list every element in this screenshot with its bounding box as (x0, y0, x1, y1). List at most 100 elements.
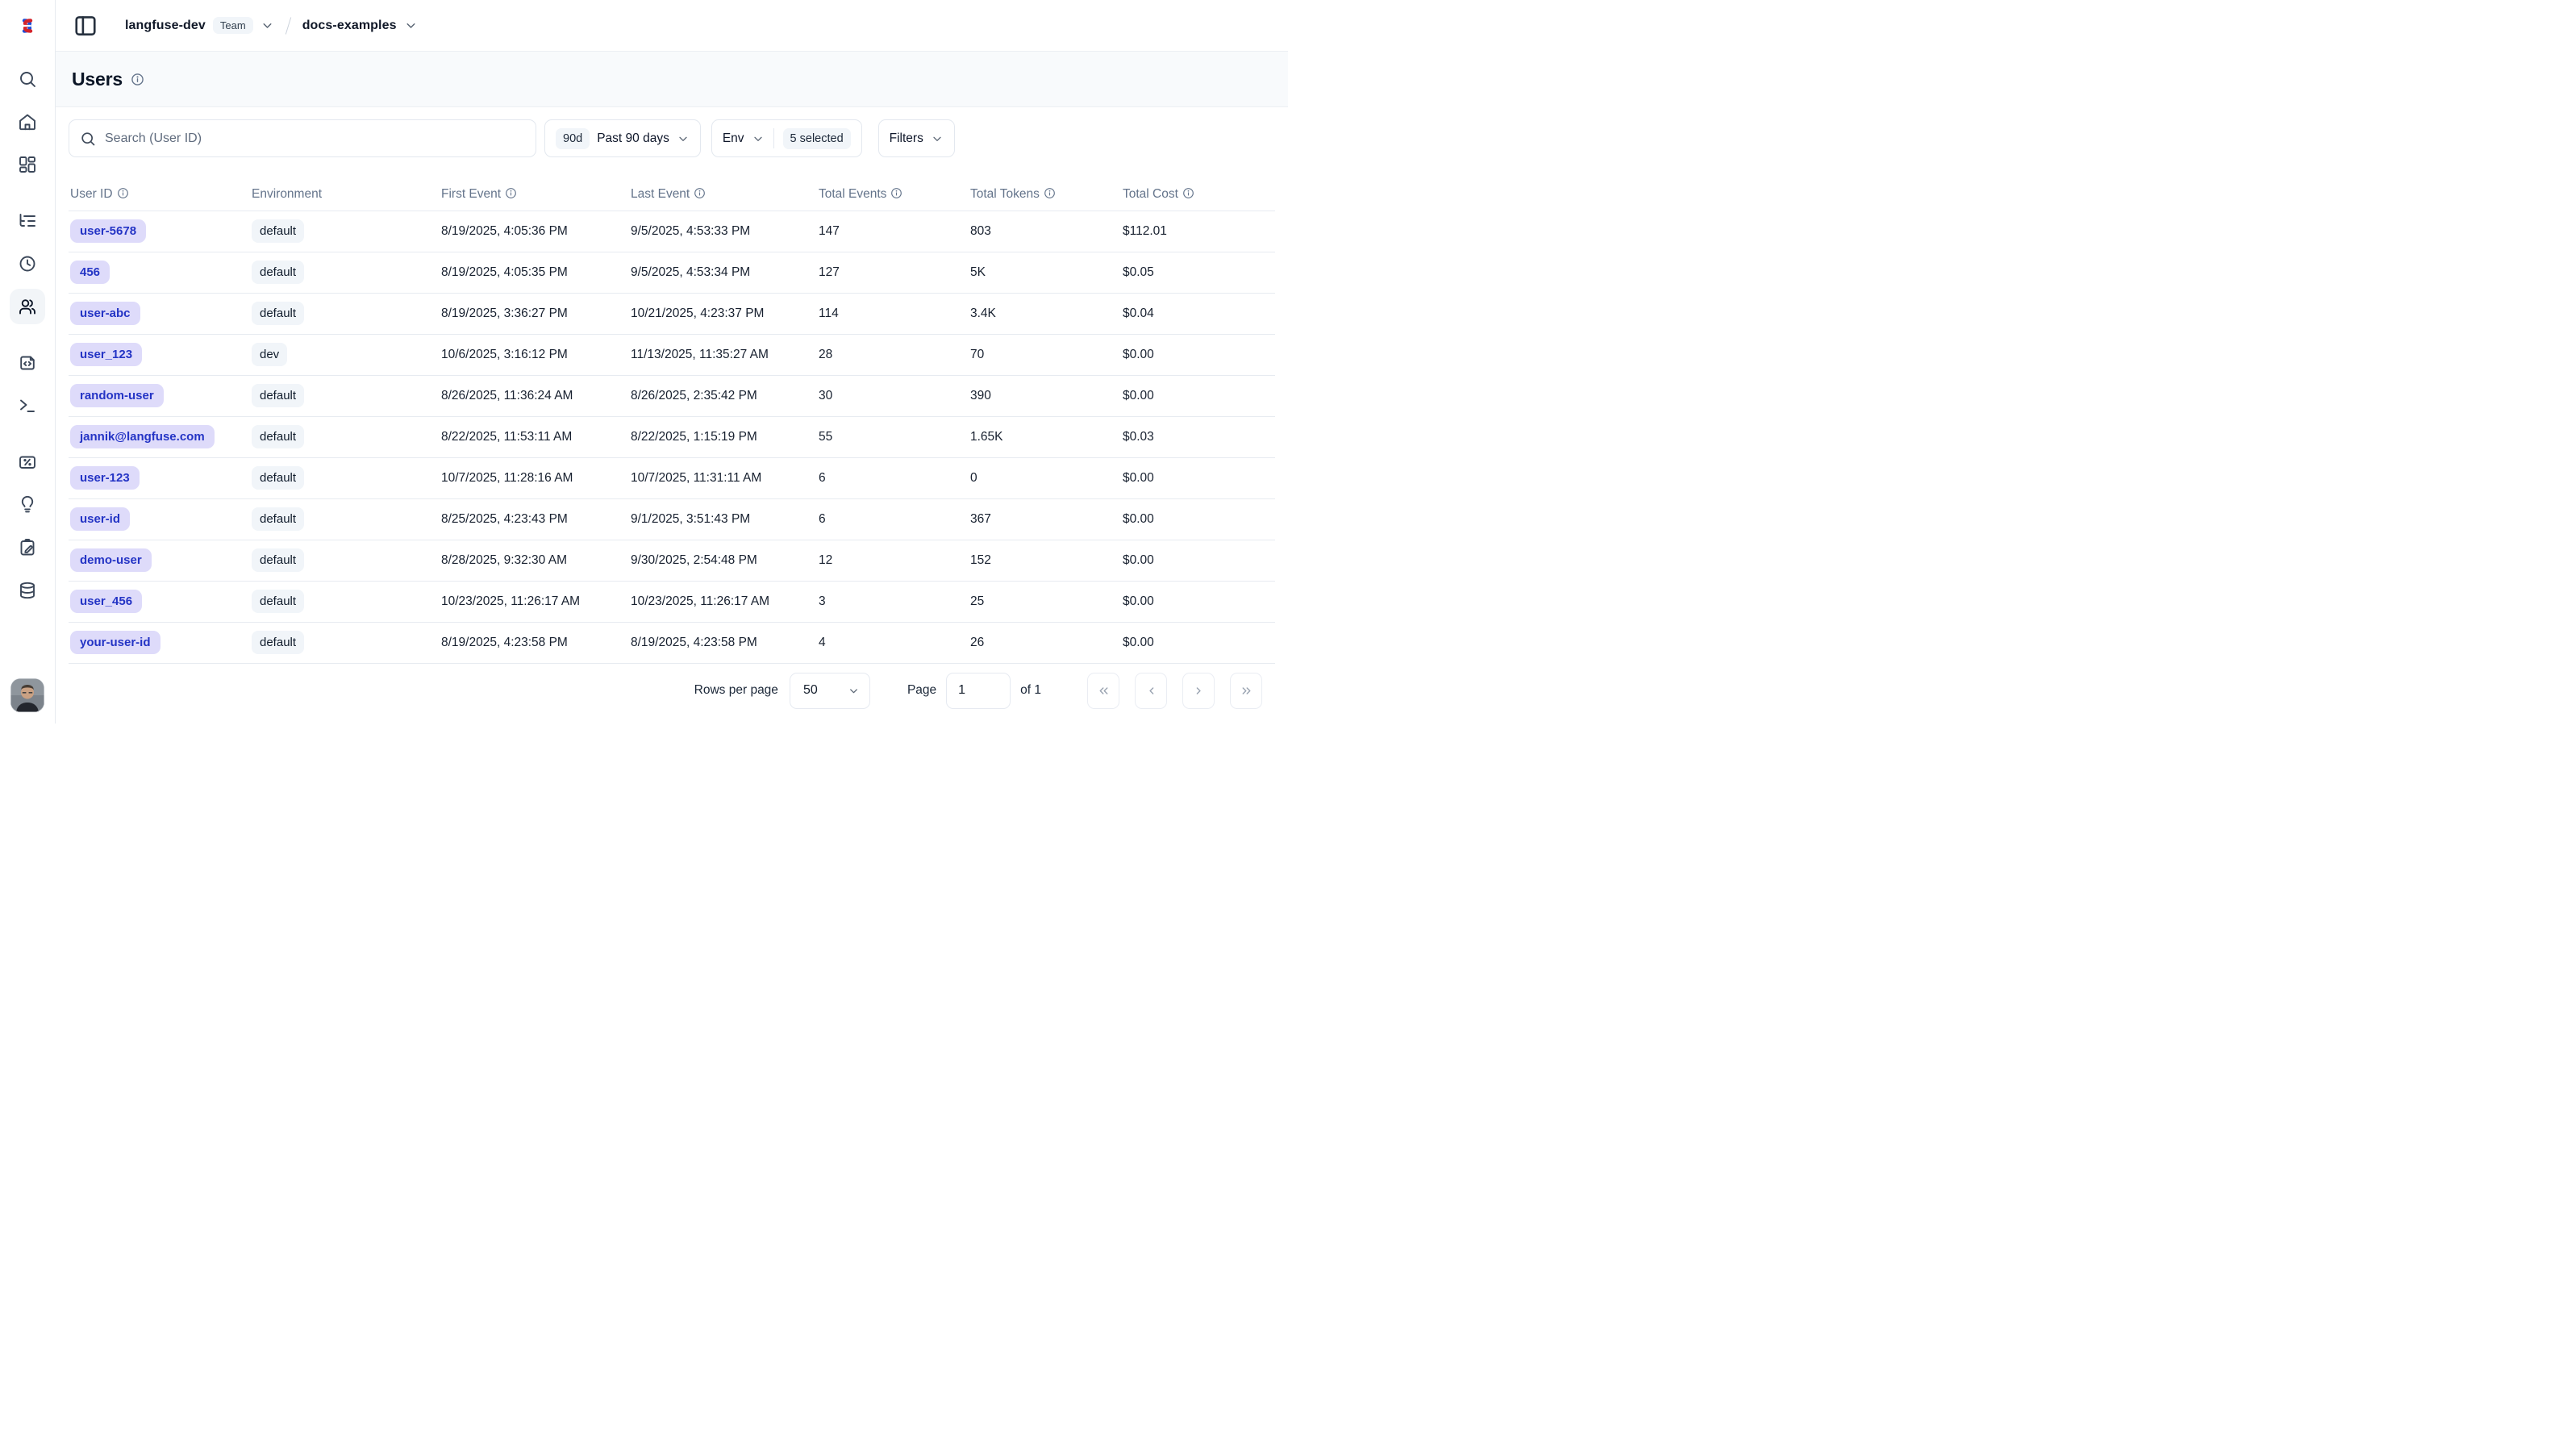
langfuse-logo[interactable] (0, 0, 55, 52)
table-row[interactable]: user-5678 default 8/19/2025, 4:05:36 PM … (69, 211, 1275, 252)
total-tokens-cell: 3.4K (969, 293, 1121, 334)
sidebar-item-home[interactable] (10, 104, 45, 140)
info-icon[interactable] (890, 187, 902, 199)
date-range-label: Past 90 days (597, 131, 669, 146)
previous-page-button[interactable] (1135, 673, 1167, 709)
info-icon[interactable] (117, 187, 129, 199)
file-code-icon (18, 353, 37, 373)
table-row[interactable]: your-user-id default 8/19/2025, 4:23:58 … (69, 622, 1275, 663)
sidebar-toggle-button[interactable] (72, 12, 99, 40)
page-number-input[interactable] (946, 673, 1011, 709)
user-avatar[interactable] (10, 678, 44, 712)
table-row[interactable]: user-id default 8/25/2025, 4:23:43 PM 9/… (69, 498, 1275, 540)
table-row[interactable]: user_123 dev 10/6/2025, 3:16:12 PM 11/13… (69, 334, 1275, 375)
user-id-badge[interactable]: user_123 (70, 343, 142, 366)
project-name[interactable]: docs-examples (302, 19, 397, 33)
users-icon (18, 297, 37, 316)
environment-badge: default (252, 261, 304, 284)
chevron-down-icon (848, 685, 860, 697)
first-page-button[interactable] (1087, 673, 1119, 709)
sidebar-item-users[interactable] (10, 289, 45, 324)
breadcrumb: langfuse-dev Team docs-examples (125, 17, 418, 35)
chevron-down-icon (752, 132, 765, 145)
sidebar-item-sessions[interactable] (10, 246, 45, 281)
total-cost-cell: $112.01 (1121, 211, 1275, 252)
table-row[interactable]: user_456 default 10/23/2025, 11:26:17 AM… (69, 581, 1275, 622)
env-filter-button[interactable]: Env 5 selected (711, 119, 862, 157)
total-tokens-cell: 26 (969, 622, 1121, 663)
project-switcher-button[interactable] (404, 19, 418, 32)
total-events-cell: 12 (817, 540, 969, 581)
column-header-user-id[interactable]: User ID (69, 178, 250, 211)
org-switcher-button[interactable] (261, 19, 274, 32)
column-header-total-cost[interactable]: Total Cost (1121, 178, 1275, 211)
info-icon[interactable] (505, 187, 517, 199)
sidebar-item-evals[interactable] (10, 444, 45, 480)
environment-badge: default (252, 425, 304, 448)
total-cost-cell: $0.00 (1121, 334, 1275, 375)
info-icon[interactable] (1182, 187, 1194, 199)
column-header-total-events[interactable]: Total Events (817, 178, 969, 211)
first-event-cell: 10/6/2025, 3:16:12 PM (440, 334, 629, 375)
main-content: 90d Past 90 days Env 5 selected Filters (56, 107, 1288, 724)
sidebar-item-prompts[interactable] (10, 345, 45, 381)
user-id-badge[interactable]: your-user-id (70, 631, 160, 654)
next-page-button[interactable] (1182, 673, 1215, 709)
info-icon[interactable] (1044, 187, 1056, 199)
user-id-badge[interactable]: jannik@langfuse.com (70, 425, 215, 448)
sidebar-item-tracing[interactable] (10, 203, 45, 239)
last-event-cell: 9/30/2025, 2:54:48 PM (629, 540, 817, 581)
info-icon[interactable] (694, 187, 706, 199)
user-id-badge[interactable]: demo-user (70, 548, 152, 572)
user-id-badge[interactable]: user-5678 (70, 219, 146, 243)
sidebar-item-playground[interactable] (10, 388, 45, 423)
panel-left-icon (73, 14, 98, 38)
date-range-button[interactable]: 90d Past 90 days (544, 119, 701, 157)
total-cost-cell: $0.03 (1121, 416, 1275, 457)
sidebar-item-dashboard[interactable] (10, 147, 45, 182)
user-id-badge[interactable]: user-id (70, 507, 130, 531)
search-input[interactable] (105, 131, 525, 146)
sidebar-item-annotation[interactable] (10, 530, 45, 565)
chevron-down-icon (931, 132, 944, 145)
table-row[interactable]: demo-user default 8/28/2025, 9:32:30 AM … (69, 540, 1275, 581)
chevron-right-icon (1192, 684, 1206, 698)
sidebar-item-insights[interactable] (10, 487, 45, 523)
organization-name[interactable]: langfuse-dev (125, 19, 206, 33)
column-header-environment[interactable]: Environment (250, 178, 440, 211)
first-event-cell: 8/28/2025, 9:32:30 AM (440, 540, 629, 581)
environment-badge: default (252, 507, 304, 531)
table-row[interactable]: user-123 default 10/7/2025, 11:28:16 AM … (69, 457, 1275, 498)
table-row[interactable]: 456 default 8/19/2025, 4:05:35 PM 9/5/20… (69, 252, 1275, 293)
user-id-badge[interactable]: user-abc (70, 302, 140, 325)
table-row[interactable]: user-abc default 8/19/2025, 3:36:27 PM 1… (69, 293, 1275, 334)
filters-button[interactable]: Filters (878, 119, 955, 157)
chevron-down-icon (677, 132, 690, 145)
table-row[interactable]: random-user default 8/26/2025, 11:36:24 … (69, 375, 1275, 416)
total-tokens-cell: 390 (969, 375, 1121, 416)
user-id-badge[interactable]: 456 (70, 261, 110, 284)
page-info-icon[interactable] (131, 73, 144, 86)
environment-badge: default (252, 590, 304, 613)
column-header-last-event[interactable]: Last Event (629, 178, 817, 211)
last-page-button[interactable] (1230, 673, 1262, 709)
table-row[interactable]: jannik@langfuse.com default 8/22/2025, 1… (69, 416, 1275, 457)
user-id-badge[interactable]: user_456 (70, 590, 142, 613)
list-tree-icon (18, 211, 37, 231)
database-icon (18, 581, 37, 600)
column-header-total-tokens[interactable]: Total Tokens (969, 178, 1121, 211)
user-id-badge[interactable]: random-user (70, 384, 164, 407)
chevrons-left-icon (1097, 684, 1111, 698)
first-event-cell: 8/19/2025, 3:36:27 PM (440, 293, 629, 334)
search-icon (18, 69, 37, 89)
rows-per-page-select[interactable]: 50 (790, 673, 870, 709)
total-tokens-cell: 70 (969, 334, 1121, 375)
column-header-first-event[interactable]: First Event (440, 178, 629, 211)
user-id-badge[interactable]: user-123 (70, 466, 140, 490)
sidebar-item-datasets[interactable] (10, 573, 45, 608)
sidebar-item-search[interactable] (10, 61, 45, 97)
first-event-cell: 8/25/2025, 4:23:43 PM (440, 498, 629, 540)
first-event-cell: 8/22/2025, 11:53:11 AM (440, 416, 629, 457)
clipboard-pen-icon (18, 538, 37, 557)
total-tokens-cell: 152 (969, 540, 1121, 581)
